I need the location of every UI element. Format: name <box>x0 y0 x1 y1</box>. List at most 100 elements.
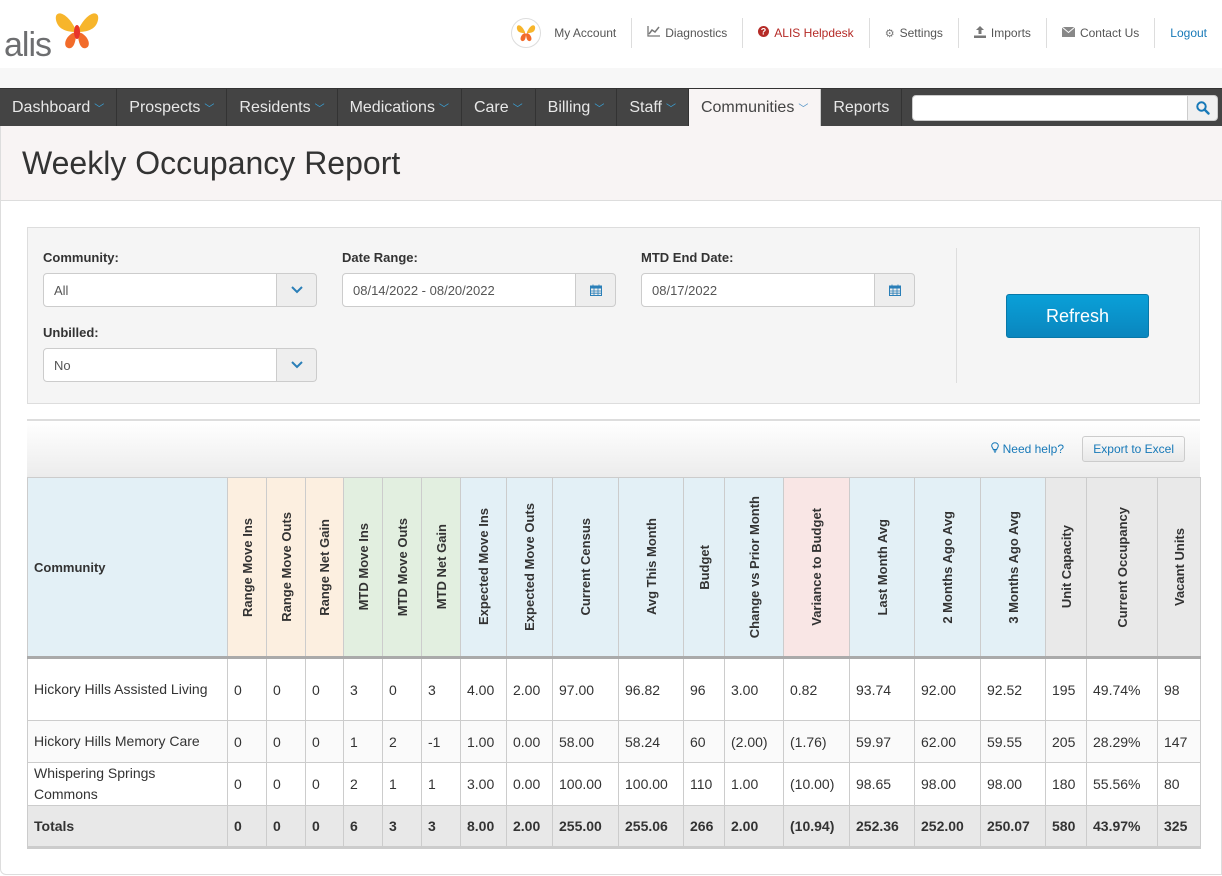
table-cell: 1.00 <box>460 720 507 763</box>
unbilled-filter: Unbilled: No <box>43 325 317 382</box>
column-header[interactable]: Range Net Gain <box>305 477 344 658</box>
search-input[interactable] <box>912 94 1188 121</box>
table-cell: 0.00 <box>506 720 553 763</box>
table-cell: -1 <box>421 720 461 763</box>
table-cell: 147 <box>1157 720 1201 763</box>
imports-link[interactable]: Imports <box>957 18 1046 48</box>
column-header-label: Budget <box>696 544 712 590</box>
column-header[interactable]: MTD Net Gain <box>421 477 461 658</box>
table-cell: 49.74% <box>1086 657 1158 721</box>
table-cell: 93.74 <box>849 657 915 721</box>
column-header[interactable]: Unit Capacity <box>1045 477 1087 658</box>
column-header[interactable]: Expected Move Ins <box>460 477 507 658</box>
diagnostics-link[interactable]: Diagnostics <box>631 18 742 48</box>
column-header-label: 3 Months Ago Avg <box>1005 510 1021 624</box>
alis-helpdesk-label: ALIS Helpdesk <box>774 26 854 40</box>
column-header[interactable]: Last Month Avg <box>849 477 915 658</box>
alis-helpdesk-link[interactable]: ? ALIS Helpdesk <box>742 18 868 48</box>
table-cell: 2 <box>382 720 422 763</box>
table-cell: 0 <box>227 762 267 806</box>
nav-reports[interactable]: Reports <box>821 89 903 126</box>
gear-icon: ⚙ <box>884 27 895 40</box>
nav-medications[interactable]: Medications ﹀ <box>338 89 462 126</box>
column-header[interactable]: 3 Months Ago Avg <box>980 477 1046 658</box>
page-title: Weekly Occupancy Report <box>22 144 401 181</box>
avatar <box>511 18 542 48</box>
unbilled-dropdown-toggle[interactable] <box>277 348 317 382</box>
nav-communities[interactable]: Communities ﹀ <box>688 89 822 126</box>
nav-medications-label: Medications <box>349 98 435 116</box>
column-header[interactable]: Vacant Units <box>1157 477 1201 658</box>
community-value: All <box>43 273 277 307</box>
column-header-label: Unit Capacity <box>1058 525 1074 609</box>
table-cell: 96.82 <box>618 657 684 721</box>
export-to-excel-button[interactable]: Export to Excel <box>1082 436 1185 462</box>
column-header[interactable]: Expected Move Outs <box>506 477 553 658</box>
unbilled-value: No <box>43 348 277 382</box>
community-select[interactable]: All <box>43 273 317 307</box>
contact-us-link[interactable]: Contact Us <box>1045 18 1154 48</box>
column-header[interactable]: 2 Months Ago Avg <box>914 477 981 658</box>
column-header[interactable]: Range Move Outs <box>266 477 306 658</box>
chevron-down-icon: ﹀ <box>204 104 215 115</box>
table-cell: 195 <box>1045 657 1087 721</box>
alis-logo[interactable]: alis <box>4 8 104 64</box>
calendar-icon <box>888 284 901 296</box>
settings-link[interactable]: ⚙ Settings <box>868 18 958 48</box>
column-header-label: Range Net Gain <box>317 518 332 616</box>
table-cell: 96 <box>683 657 725 721</box>
column-header[interactable]: Avg This Month <box>618 477 684 658</box>
nav-billing[interactable]: Billing ﹀ <box>536 89 618 126</box>
totals-row: Totals 0 0 0 6 3 3 8.00 2.00 255.00 255.06 266 2.00(… <box>27 805 1201 849</box>
mtd-end-date-calendar-button[interactable] <box>875 273 915 307</box>
mtd-end-date-input[interactable]: 08/17/2022 <box>641 273 915 307</box>
nav-residents[interactable]: Residents ﹀ <box>227 89 338 126</box>
table-cell: (2.00) <box>724 720 784 763</box>
nav-care[interactable]: Care ﹀ <box>462 89 536 126</box>
nav-staff[interactable]: Staff ﹀ <box>617 89 689 126</box>
totals-cell: 580 <box>1045 805 1087 849</box>
top-header: alis My Account Diagnostics ? ALIS Helpd… <box>0 0 1222 68</box>
unbilled-select[interactable]: No <box>43 348 317 382</box>
column-header[interactable]: Variance to Budget <box>783 477 850 658</box>
totals-cell: 0 <box>227 805 267 849</box>
nav-prospects[interactable]: Prospects ﹀ <box>117 89 228 126</box>
column-header[interactable]: Budget <box>683 477 725 658</box>
my-account-link[interactable]: My Account <box>496 18 631 48</box>
table-header-row: Community Range Move Ins Range Move Outs… <box>27 477 1201 658</box>
column-header[interactable]: Current Occupancy <box>1086 477 1158 658</box>
column-header-label: Current Occupancy <box>1114 506 1130 628</box>
column-header-community[interactable]: Community <box>27 477 228 658</box>
main-nav: Dashboard ﹀ Prospects ﹀ Residents ﹀ Medicat… <box>0 88 1222 126</box>
column-header[interactable]: Range Move Ins <box>227 477 267 658</box>
table-cell: 0 <box>227 657 267 721</box>
table-cell: 58.24 <box>618 720 684 763</box>
date-range-input[interactable]: 08/14/2022 - 08/20/2022 <box>342 273 616 307</box>
table-cell: 80 <box>1157 762 1201 806</box>
table-cell: 1 <box>421 762 461 806</box>
table-cell: 0 <box>305 762 344 806</box>
column-header-label: Change vs Prior Month <box>746 495 762 639</box>
totals-cell: 2.00 <box>724 805 784 849</box>
logout-link[interactable]: Logout <box>1154 18 1222 48</box>
date-range-calendar-button[interactable] <box>576 273 616 307</box>
nav-dashboard[interactable]: Dashboard ﹀ <box>0 89 118 126</box>
chevron-down-icon <box>290 361 303 369</box>
need-help-link[interactable]: Need help? <box>991 442 1064 456</box>
column-header[interactable]: Current Census <box>552 477 619 658</box>
refresh-button[interactable]: Refresh <box>1006 294 1149 338</box>
table-cell: 60 <box>683 720 725 763</box>
totals-cell: 255.00 <box>552 805 619 849</box>
search-button[interactable] <box>1188 94 1218 121</box>
table-cell: 97.00 <box>552 657 619 721</box>
column-header[interactable]: MTD Move Ins <box>343 477 383 658</box>
logout-label: Logout <box>1170 26 1207 40</box>
community-dropdown-toggle[interactable] <box>277 273 317 307</box>
table-cell: 0 <box>227 720 267 763</box>
column-header[interactable]: Change vs Prior Month <box>724 477 784 658</box>
table-cell: 62.00 <box>914 720 981 763</box>
date-range-filter: Date Range: 08/14/2022 - 08/20/2022 <box>342 250 616 307</box>
column-header[interactable]: MTD Move Outs <box>382 477 422 658</box>
column-header-label: Range Move Outs <box>278 512 294 622</box>
table-cell: 0 <box>305 657 344 721</box>
